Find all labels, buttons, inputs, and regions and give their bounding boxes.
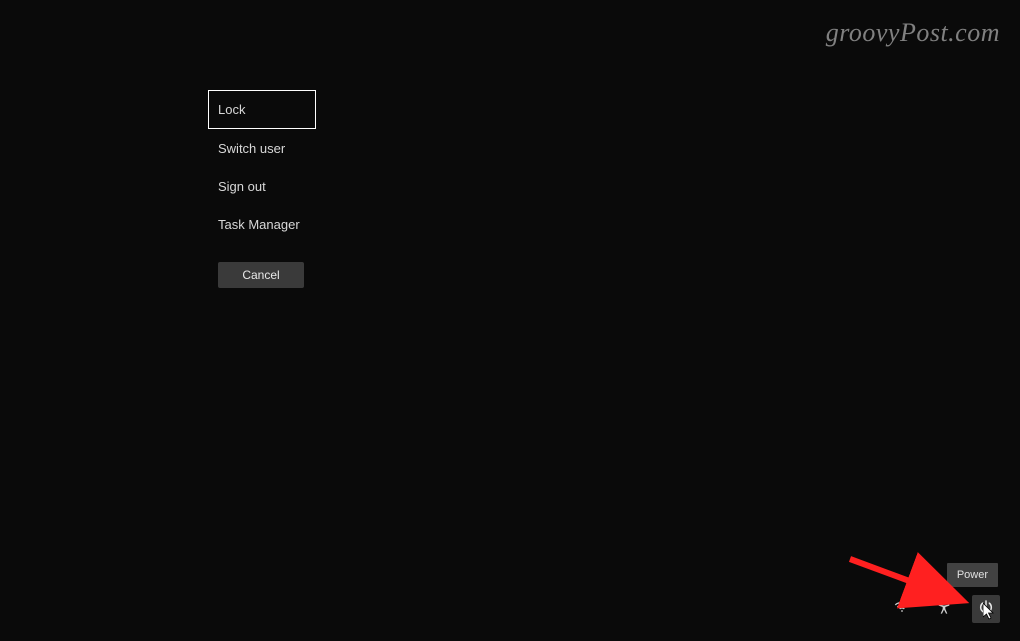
menu-item-label: Lock xyxy=(218,102,245,117)
menu-item-label: Sign out xyxy=(218,179,266,194)
power-tooltip: Power xyxy=(947,563,998,587)
cancel-button[interactable]: Cancel xyxy=(218,262,304,288)
menu-item-label: Switch user xyxy=(218,141,285,156)
bottom-icon-bar xyxy=(888,595,1000,623)
menu-item-task-manager[interactable]: Task Manager xyxy=(208,206,316,243)
security-options-menu: Lock Switch user Sign out Task Manager xyxy=(208,90,316,243)
accessibility-icon xyxy=(936,599,952,620)
power-button[interactable] xyxy=(972,595,1000,623)
cancel-button-label: Cancel xyxy=(242,268,279,282)
menu-item-sign-out[interactable]: Sign out xyxy=(208,168,316,205)
wifi-icon xyxy=(894,599,910,620)
accessibility-button[interactable] xyxy=(930,595,958,623)
menu-item-switch-user[interactable]: Switch user xyxy=(208,130,316,167)
wifi-button[interactable] xyxy=(888,595,916,623)
watermark-text: groovyPost.com xyxy=(826,18,1000,48)
menu-item-lock[interactable]: Lock xyxy=(208,90,316,129)
menu-item-label: Task Manager xyxy=(218,217,300,232)
power-icon xyxy=(978,599,994,620)
